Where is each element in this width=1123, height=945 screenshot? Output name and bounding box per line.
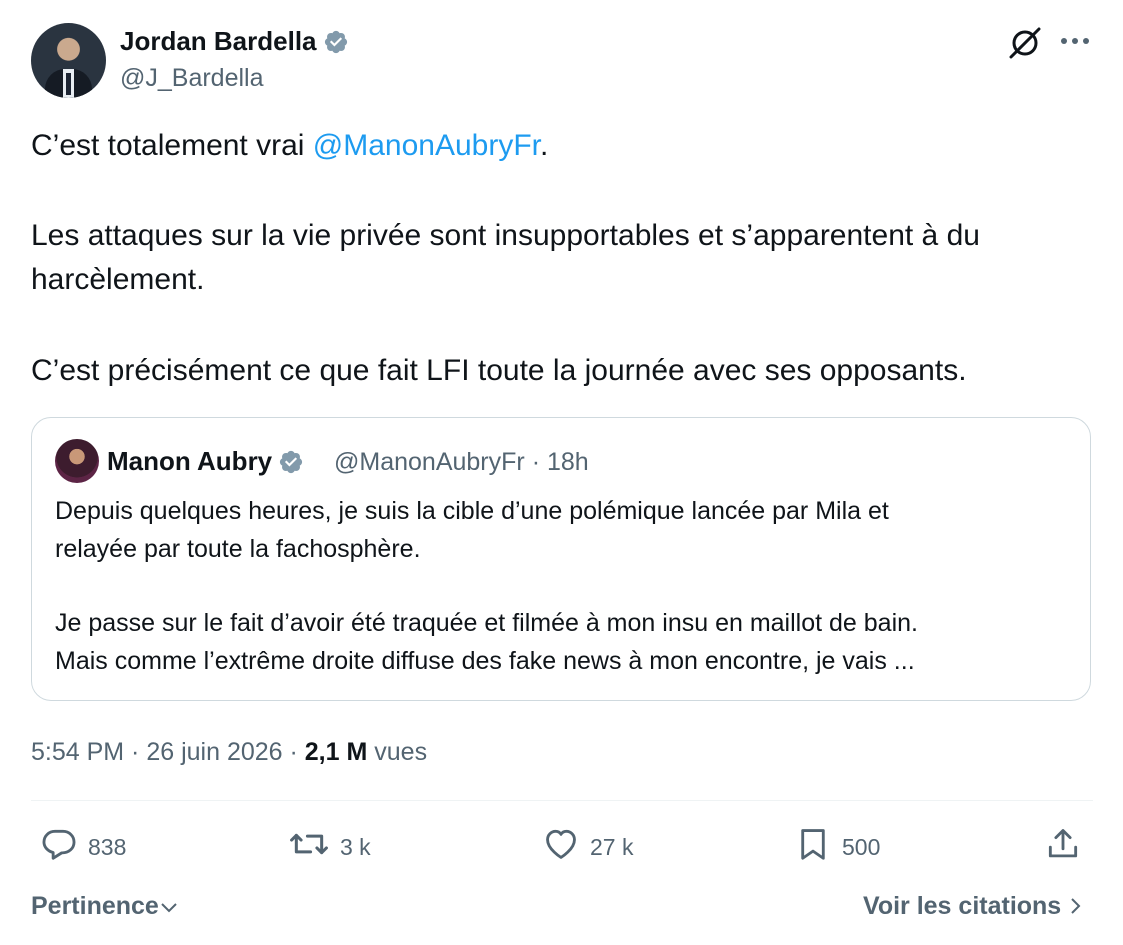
views-count: 2,1 M — [304, 738, 368, 766]
reply-icon — [40, 825, 88, 869]
quoted-text-line-2: relayée par toute la fachosphère. — [55, 535, 421, 563]
view-quotes-link[interactable]: Voir les citations — [863, 890, 1082, 922]
quoted-author-avatar[interactable] — [55, 439, 99, 483]
quoted-text-line-3: Je passe sur le fait d’avoir été traquée… — [55, 609, 918, 637]
quoted-author-name-text[interactable]: Manon Aubry — [107, 446, 272, 476]
like-count: 27 k — [590, 833, 634, 860]
views-label: vues — [374, 738, 428, 766]
bookmark-button[interactable]: 500 — [794, 826, 880, 868]
share-button[interactable] — [1044, 826, 1092, 868]
share-icon — [1044, 825, 1092, 869]
reply-count: 838 — [88, 833, 127, 860]
separator-dot: · — [531, 448, 541, 476]
repost-count: 3 k — [340, 833, 371, 860]
verified-badge-icon — [278, 449, 304, 482]
author-name[interactable]: Jordan Bardella — [120, 25, 349, 62]
quoted-time[interactable]: 18h — [547, 448, 589, 476]
chevron-right-icon — [1068, 892, 1082, 920]
grok-icon[interactable] — [1006, 24, 1044, 62]
author-handle[interactable]: @J_Bardella — [120, 63, 264, 93]
like-button[interactable]: 27 k — [542, 826, 633, 868]
quoted-text-line-4: Mais comme l’extrême droite diffuse des … — [55, 647, 915, 675]
view-quotes-label: Voir les citations — [863, 892, 1062, 920]
repost-button[interactable]: 3 k — [288, 826, 371, 868]
bookmark-icon — [794, 825, 842, 869]
quoted-author-handle: @ManonAubryFr · 18h — [334, 446, 589, 478]
author-avatar[interactable] — [31, 23, 106, 98]
quoted-handle-text: @ManonAubryFr — [334, 448, 525, 476]
sort-dropdown[interactable]: Pertinence — [31, 890, 179, 922]
author-name-text[interactable]: Jordan Bardella — [120, 26, 317, 56]
more-icon[interactable] — [1058, 28, 1092, 54]
quoted-author-name[interactable]: Manon Aubry — [107, 445, 304, 482]
tweet-text: C’est totalement vrai — [31, 129, 313, 162]
like-icon — [542, 825, 590, 869]
bookmark-count: 500 — [842, 833, 881, 860]
verified-badge-icon — [323, 29, 349, 62]
chevron-down-icon — [159, 892, 179, 920]
sort-label: Pertinence — [31, 892, 159, 920]
mention-link[interactable]: @ManonAubryFr — [313, 129, 540, 162]
tweet-paragraph-2b: harcèlement. — [31, 263, 205, 296]
reply-button[interactable]: 838 — [40, 826, 126, 868]
quoted-text-line-1: Depuis quelques heures, je suis la cible… — [55, 497, 889, 525]
tweet-line-1: C’est totalement vrai @ManonAubryFr. — [31, 124, 548, 168]
divider — [31, 800, 1093, 801]
tweet-date[interactable]: 26 juin 2026 — [146, 738, 282, 766]
tweet-paragraph-2a: Les attaques sur la vie privée sont insu… — [31, 219, 980, 252]
tweet-meta: 5:54 PM · 26 juin 2026 · 2,1 M vues — [31, 738, 428, 766]
tweet-paragraph-3: C’est précisément ce que fait LFI toute … — [31, 354, 967, 387]
repost-icon — [288, 825, 340, 869]
tweet-text: . — [540, 129, 549, 162]
tweet-time[interactable]: 5:54 PM — [31, 738, 124, 766]
